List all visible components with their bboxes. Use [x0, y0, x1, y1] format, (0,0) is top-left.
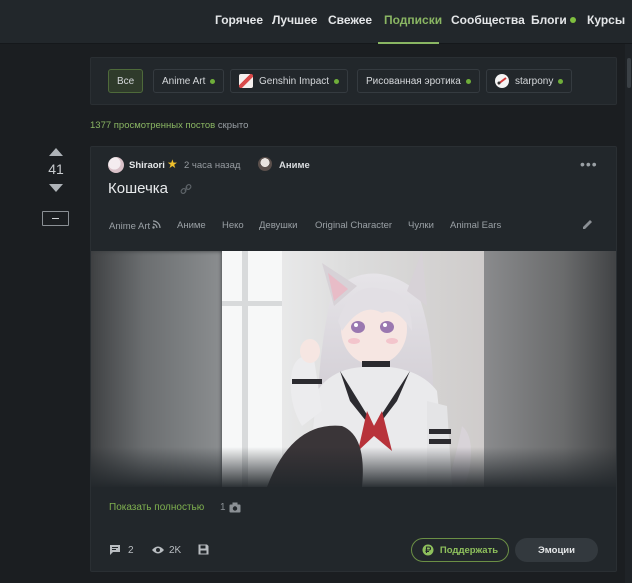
ruble-icon	[422, 544, 434, 556]
author-name[interactable]: Shiraori	[129, 160, 165, 171]
support-button[interactable]: Поддержать	[411, 538, 509, 562]
post-rating: 41	[48, 161, 64, 177]
chip-all[interactable]: Все	[108, 69, 144, 93]
star-icon: ★	[167, 157, 178, 171]
rss-icon	[152, 220, 161, 231]
emotions-button[interactable]: Эмоции	[515, 538, 598, 562]
image-fade-overlay	[91, 447, 616, 487]
downvote-icon[interactable]	[49, 184, 63, 192]
tag-animal-ears[interactable]: Animal Ears	[450, 220, 501, 231]
scrollbar-track[interactable]	[625, 44, 632, 583]
camera-icon	[229, 502, 241, 513]
nav-blogs-label: Блоги	[531, 13, 567, 27]
genshin-impact-icon	[239, 74, 253, 88]
top-navigation: Горячее Лучшее Свежее Подписки Сообществ…	[0, 0, 632, 44]
nav-hot[interactable]: Горячее	[215, 13, 263, 27]
nav-courses[interactable]: Курсы	[587, 13, 625, 27]
nav-subscriptions[interactable]: Подписки	[384, 13, 442, 27]
chip-all-label: Все	[117, 75, 135, 87]
nav-blogs[interactable]: Блоги	[531, 13, 576, 27]
tag-neko[interactable]: Неко	[222, 220, 244, 231]
viewed-posts-link[interactable]: 1377 просмотренных постов	[90, 120, 215, 131]
chip-genshin-impact[interactable]: Genshin Impact	[230, 69, 349, 93]
comments-count[interactable]: 2	[128, 545, 134, 556]
chip-starpony[interactable]: starpony	[486, 69, 573, 93]
starpony-icon	[495, 74, 509, 88]
hidden-posts-note: 1377 просмотренных постов скрыто	[90, 120, 248, 131]
comments-icon[interactable]	[109, 544, 121, 556]
hidden-suffix: скрыто	[217, 120, 249, 131]
nav-communities[interactable]: Сообщества	[451, 13, 525, 27]
nav-fresh[interactable]: Свежее	[328, 13, 372, 27]
collapse-post-button[interactable]	[42, 211, 69, 226]
chip-label: Genshin Impact	[259, 75, 330, 87]
views-count: 2K	[169, 545, 182, 556]
new-indicator-dot	[465, 78, 471, 84]
tag-stockings[interactable]: Чулки	[408, 220, 434, 231]
new-indicator-dot	[210, 78, 216, 84]
new-indicator-dot	[569, 17, 576, 23]
post-image-container[interactable]	[91, 251, 616, 487]
save-icon[interactable]	[198, 544, 209, 555]
new-indicator-dot	[558, 78, 564, 84]
author-avatar[interactable]	[108, 157, 124, 173]
tag-label: Anime Art	[109, 221, 151, 232]
link-icon[interactable]	[180, 184, 192, 194]
edit-tags-icon[interactable]	[582, 219, 593, 230]
tag-anime-art[interactable]: Anime Art	[109, 220, 161, 232]
post-title[interactable]: Кошечка	[108, 180, 168, 197]
chip-label: starpony	[515, 75, 554, 87]
tag-original-character[interactable]: Original Character	[315, 220, 392, 231]
tag-girls[interactable]: Девушки	[259, 220, 297, 231]
show-full-link[interactable]: Показать полностью	[109, 502, 204, 513]
active-tab-indicator	[378, 42, 439, 44]
nav-best[interactable]: Лучшее	[272, 13, 317, 27]
image-count: 1	[220, 502, 226, 513]
views-icon	[152, 546, 164, 554]
chip-anime-art[interactable]: Anime Art	[153, 69, 225, 93]
tag-anime[interactable]: Аниме	[177, 220, 206, 231]
community-name[interactable]: Аниме	[279, 160, 310, 171]
chip-label: Рисованная эротика	[366, 75, 461, 87]
emotions-label: Эмоции	[538, 544, 575, 556]
upvote-icon[interactable]	[49, 148, 63, 156]
support-label: Поддержать	[439, 544, 499, 556]
chip-drawn-erotica[interactable]: Рисованная эротика	[357, 69, 480, 93]
more-options-icon[interactable]: •••	[580, 156, 598, 172]
post-time: 2 часа назад	[184, 160, 241, 171]
scrollbar-thumb[interactable]	[627, 58, 631, 88]
chip-label: Anime Art	[162, 75, 206, 87]
community-avatar[interactable]	[258, 157, 272, 171]
new-indicator-dot	[334, 78, 340, 84]
